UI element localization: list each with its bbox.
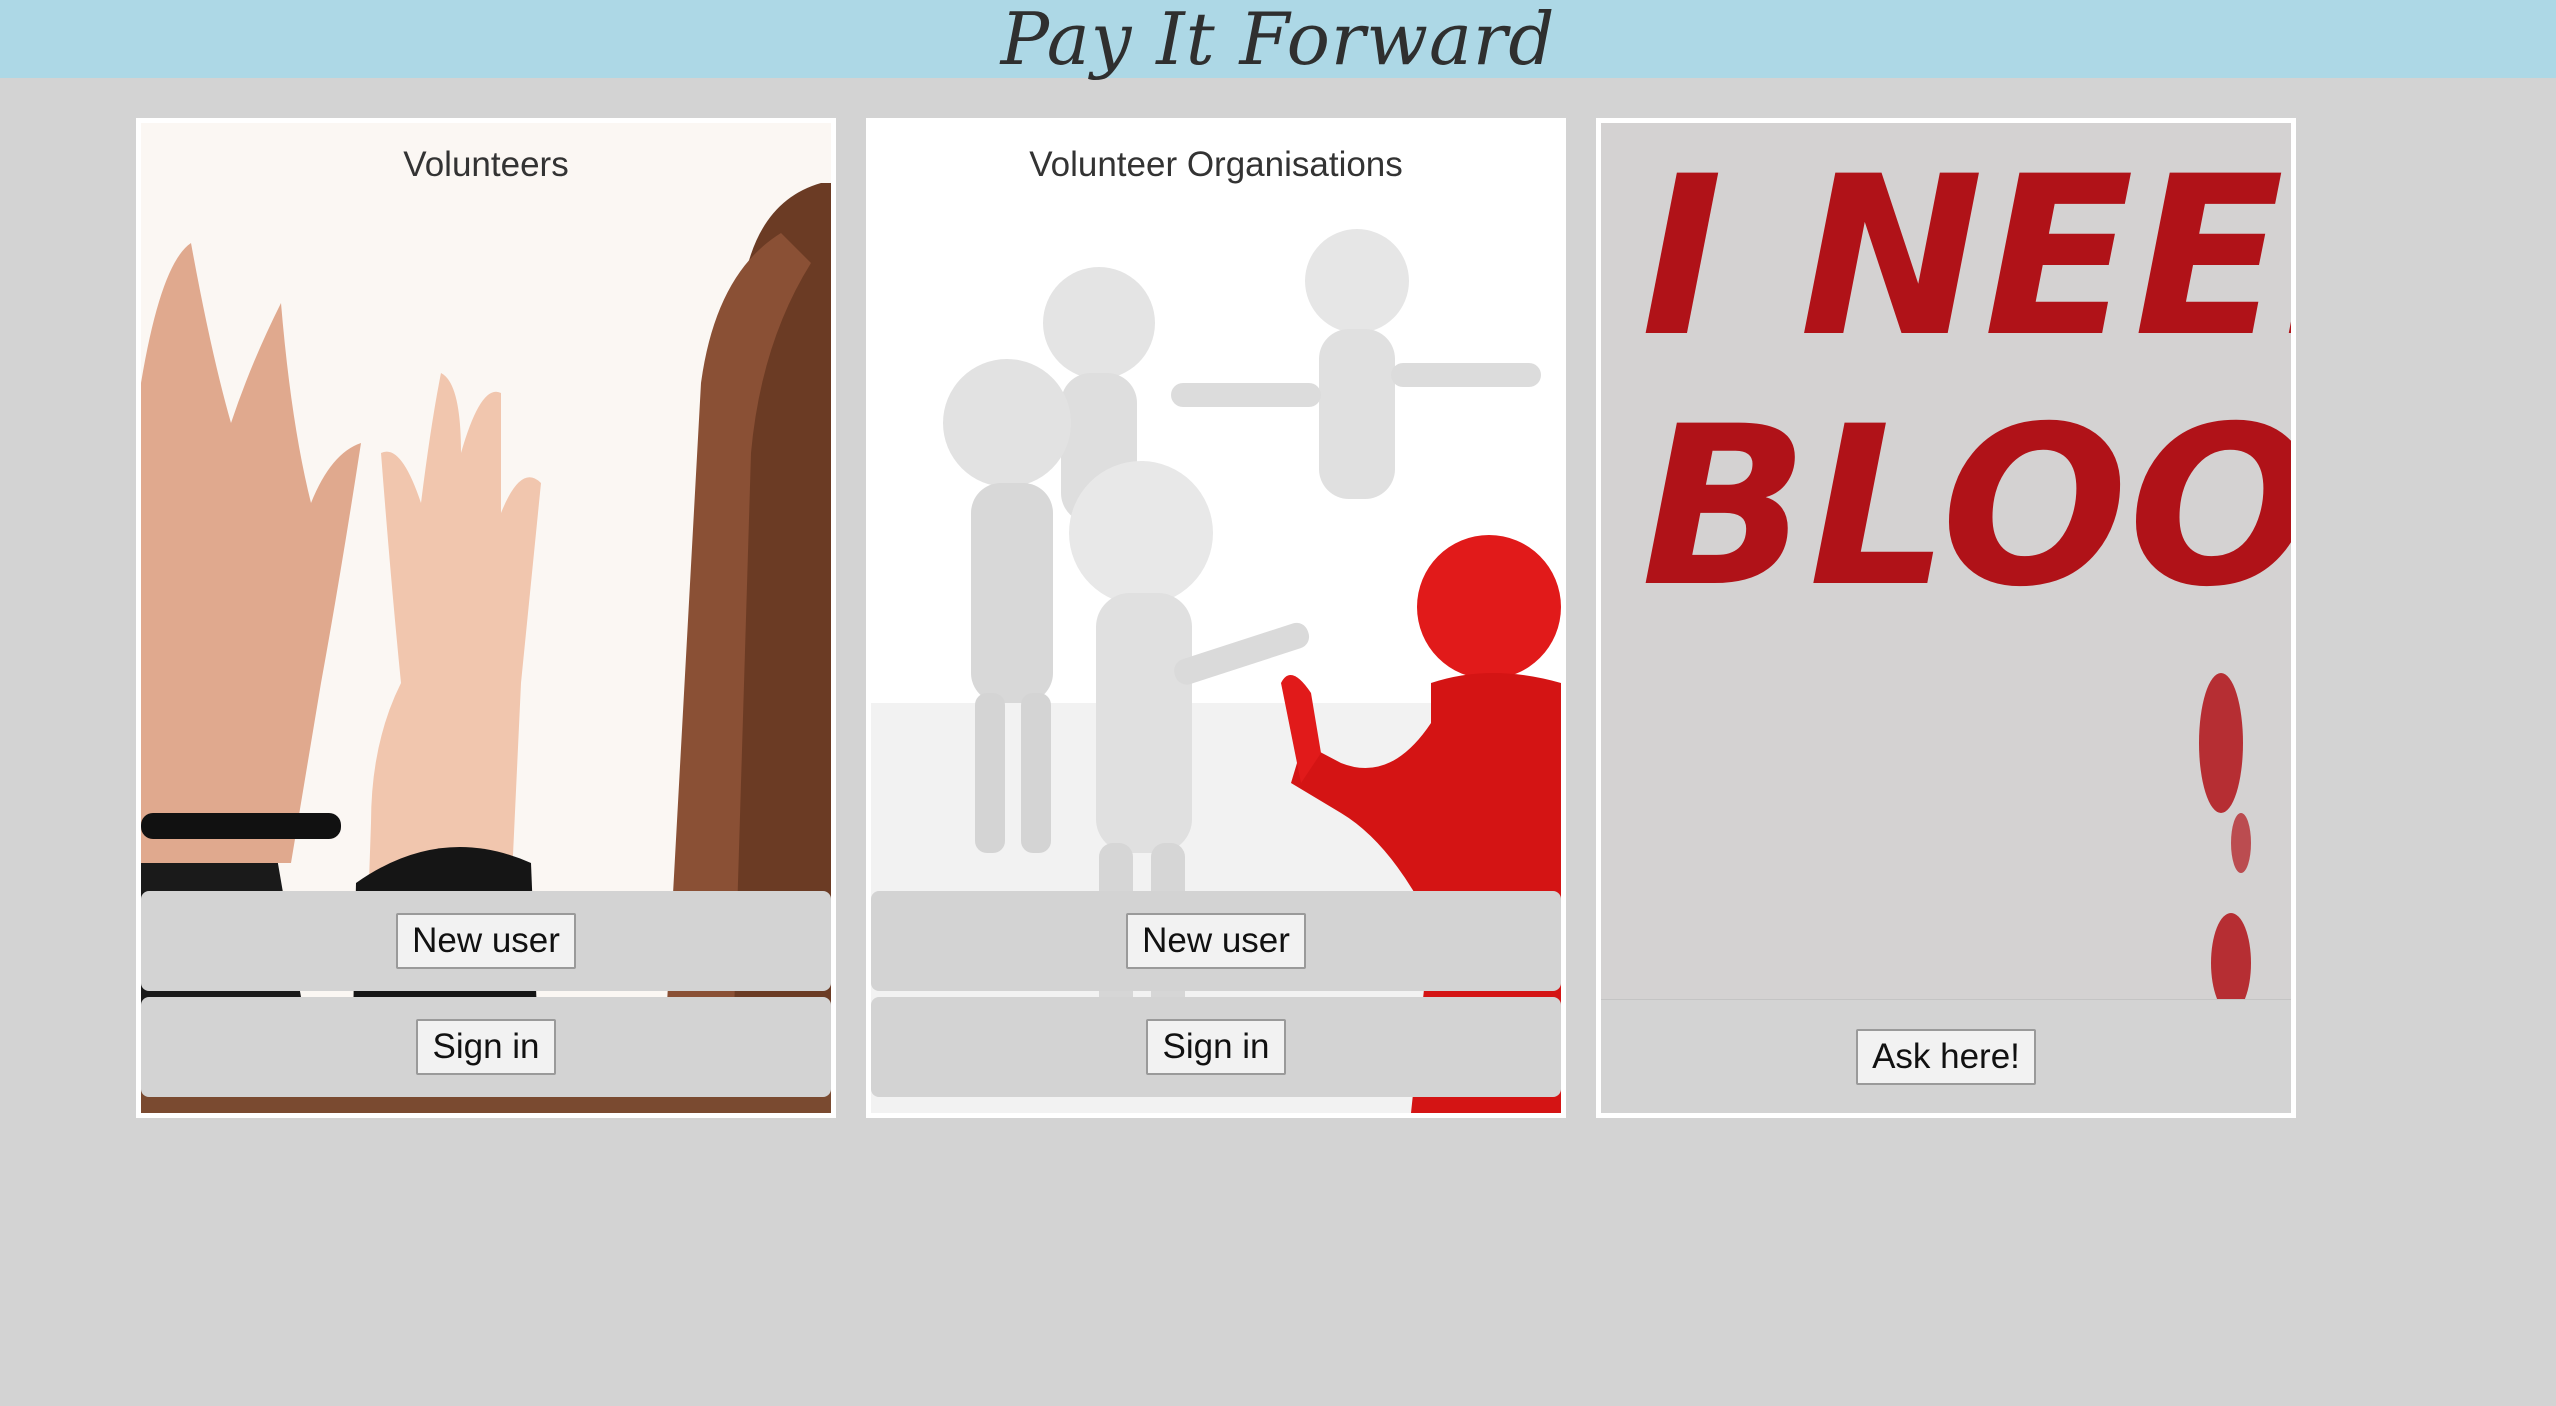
site-header: Pay It Forward [0, 0, 2556, 78]
blood-request-card: I NEED BLOOD Ask here! [1596, 118, 2296, 1118]
volunteers-card: Volunteers New user Sign in [136, 118, 836, 1118]
ask-here-button[interactable]: Ask here! [1856, 1029, 2036, 1085]
blood-text: BLOOD [1641, 379, 2291, 635]
organisations-card: Volunteer Organisations New user Sign in [866, 118, 1566, 1118]
new-user-button[interactable]: New user [396, 913, 576, 969]
site-title: Pay It Forward [1000, 0, 1556, 81]
blood-request-image: I NEED BLOOD [1601, 123, 2291, 1113]
new-user-panel: New user [141, 891, 831, 991]
new-user-button[interactable]: New user [1126, 913, 1306, 969]
volunteers-title: Volunteers [403, 145, 569, 184]
sign-in-panel: Sign in [871, 997, 1561, 1097]
sign-in-button[interactable]: Sign in [416, 1019, 556, 1075]
ask-panel: Ask here! [1601, 999, 2291, 1113]
organisations-title: Volunteer Organisations [1029, 145, 1403, 184]
sign-in-button[interactable]: Sign in [1146, 1019, 1286, 1075]
i-need-text: I NEED [1641, 129, 2291, 385]
new-user-panel: New user [871, 891, 1561, 991]
sign-in-panel: Sign in [141, 997, 831, 1097]
